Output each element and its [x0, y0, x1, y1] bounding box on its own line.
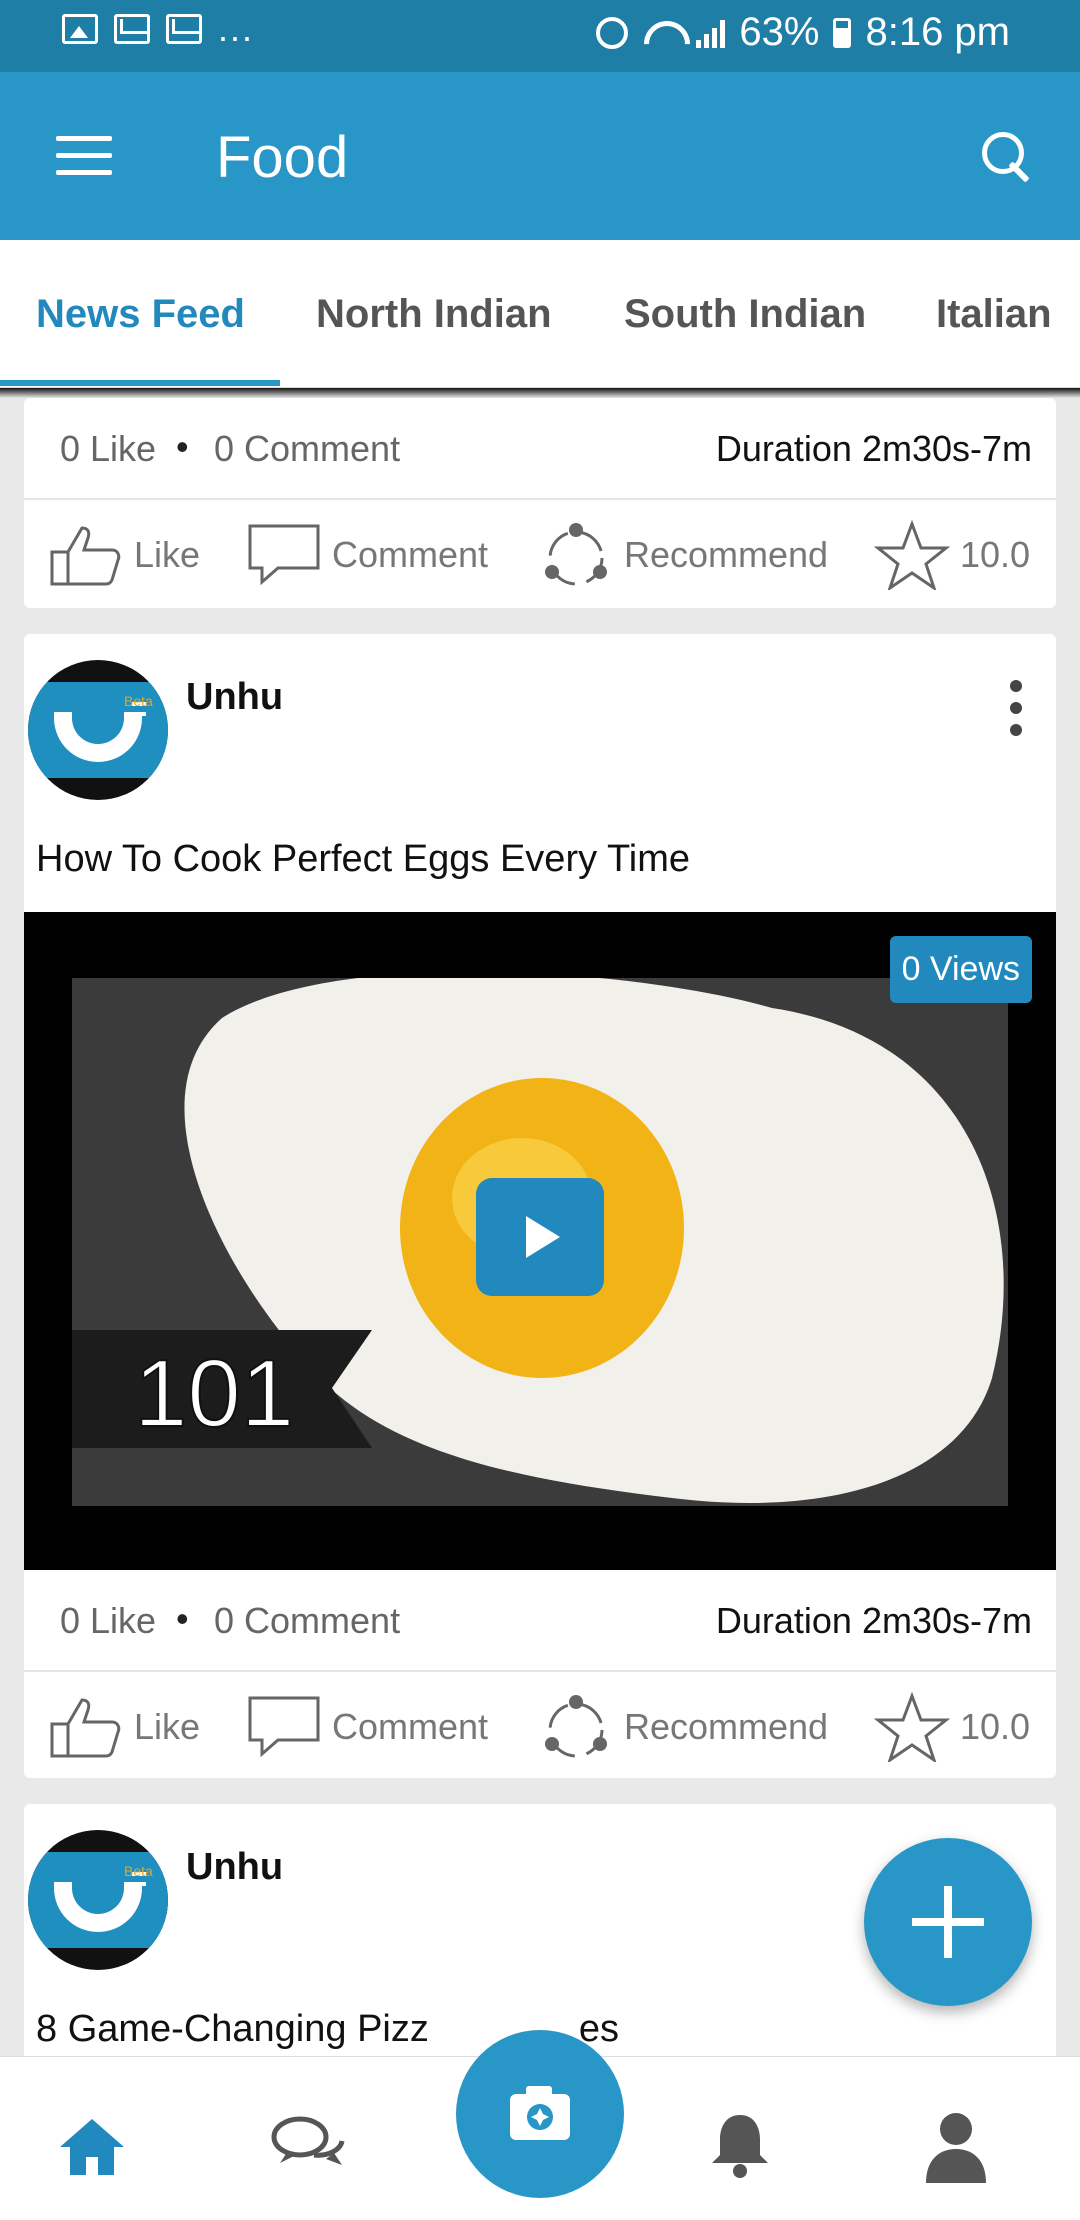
camera-icon	[510, 2086, 570, 2140]
like-count: 0 Like	[60, 428, 157, 469]
nav-profile[interactable]	[916, 2105, 996, 2185]
tab-south-indian[interactable]: South Indian	[624, 292, 866, 337]
recommend-label: Recommend	[624, 1706, 829, 1747]
rating-button[interactable]: 10.0	[874, 1692, 1030, 1762]
like-button[interactable]: Like	[48, 1692, 200, 1762]
recommend-label: Recommend	[624, 534, 829, 575]
duration-label: Duration 2m30s-7m	[715, 428, 1032, 469]
unhu-logo: Beta	[28, 682, 168, 778]
post-title-start: 8 Game-Changing Pizz	[36, 2008, 429, 2050]
tab-news-feed[interactable]: News Feed	[36, 292, 245, 337]
more-notifications: ...	[218, 8, 255, 49]
video-player[interactable]: 101 0 Views	[24, 912, 1056, 1570]
rating-value: 10.0	[960, 534, 1031, 575]
recommend-button[interactable]: Recommend	[538, 1692, 828, 1762]
gallery-notification-icon	[62, 14, 98, 44]
post-card: Beta Unhu How To Cook Perfect Eggs Every…	[24, 634, 1056, 1778]
status-bar: ... 63% 8:16 pm	[0, 0, 1080, 72]
rating-value: 10.0	[960, 1706, 1031, 1747]
bell-icon	[712, 2115, 768, 2178]
rating-button[interactable]: 10.0	[874, 520, 1030, 590]
post-stats: 0 Like • 0 Comment Duration 2m30s-7m	[24, 1570, 1056, 1670]
signal-icon	[696, 18, 726, 48]
page-title: Food	[216, 125, 349, 190]
views-badge: 0 Views	[889, 936, 1032, 1003]
avatar[interactable]: Beta	[28, 1830, 168, 1970]
category-tabs: News Feed North Indian South Indian Ital…	[0, 240, 1080, 388]
clock: 8:16 pm	[865, 10, 1010, 54]
like-label: Like	[134, 1706, 201, 1747]
recommend-button[interactable]: Recommend	[538, 520, 828, 590]
separator-dot: •	[176, 426, 189, 467]
notification-icons: ...	[62, 8, 255, 49]
post-stats: 0 Like • 0 Comment Duration 2m30s-7m	[24, 398, 1056, 498]
comment-icon	[248, 1696, 320, 1758]
thumbs-up-icon	[50, 526, 121, 586]
post-card: 0 Like • 0 Comment Duration 2m30s-7m Lik…	[24, 398, 1056, 608]
star-icon	[874, 1692, 950, 1762]
mail-notification-icon	[114, 14, 150, 44]
comment-count: 0 Comment	[214, 428, 401, 469]
battery-percent: 63%	[739, 10, 820, 54]
add-post-button[interactable]	[864, 1838, 1032, 2006]
hamburger-menu-icon[interactable]	[56, 136, 112, 176]
battery-icon	[833, 17, 852, 48]
play-button[interactable]	[476, 1178, 604, 1296]
system-icons: 63% 8:16 pm	[596, 10, 1010, 55]
unhu-logo: Beta	[28, 1852, 168, 1948]
comment-icon	[248, 524, 320, 586]
post-actions: Like Comment Recommend 10.0	[24, 498, 1056, 606]
nav-notifications[interactable]	[700, 2105, 780, 2185]
like-button[interactable]: Like	[48, 520, 200, 590]
more-options-icon[interactable]	[1006, 680, 1026, 740]
tabs-divider	[0, 388, 1080, 398]
avatar-badge: Beta	[124, 1863, 153, 1879]
comment-count: 0 Comment	[214, 1600, 401, 1641]
star-icon	[874, 520, 950, 590]
avatar[interactable]: Beta	[28, 660, 168, 800]
author-name[interactable]: Unhu	[186, 676, 283, 719]
alarm-icon	[596, 16, 629, 49]
mail-notification-icon	[166, 14, 202, 44]
active-tab-indicator	[0, 380, 280, 386]
avatar-badge: Beta	[124, 693, 153, 709]
like-label: Like	[134, 534, 201, 575]
like-count: 0 Like	[60, 1600, 157, 1641]
author-name[interactable]: Unhu	[186, 1846, 283, 1889]
camera-button[interactable]	[456, 2030, 624, 2198]
comment-label: Comment	[332, 534, 489, 575]
tab-north-indian[interactable]: North Indian	[316, 292, 552, 337]
recommend-icon	[545, 523, 607, 586]
recommend-icon	[545, 1695, 607, 1758]
thumbs-up-icon	[50, 1698, 121, 1758]
chat-icon	[271, 2116, 345, 2165]
comment-button[interactable]: Comment	[246, 1692, 488, 1762]
home-icon	[60, 2119, 124, 2175]
app-bar: Food	[0, 72, 1080, 240]
post-title[interactable]: How To Cook Perfect Eggs Every Time	[36, 838, 690, 881]
separator-dot: •	[176, 1598, 189, 1639]
profile-icon	[926, 2113, 986, 2183]
post-actions: Like Comment Recommend 10.0	[24, 1670, 1056, 1778]
nav-home[interactable]	[52, 2105, 132, 2185]
wifi-icon	[642, 17, 682, 49]
search-icon[interactable]	[980, 130, 1036, 186]
nav-chat[interactable]	[268, 2105, 348, 2185]
comment-button[interactable]: Comment	[246, 520, 488, 590]
comment-label: Comment	[332, 1706, 489, 1747]
thumbnail-text: 101	[134, 1340, 294, 1447]
duration-label: Duration 2m30s-7m	[715, 1600, 1032, 1641]
tab-italian[interactable]: Italian	[936, 292, 1052, 337]
